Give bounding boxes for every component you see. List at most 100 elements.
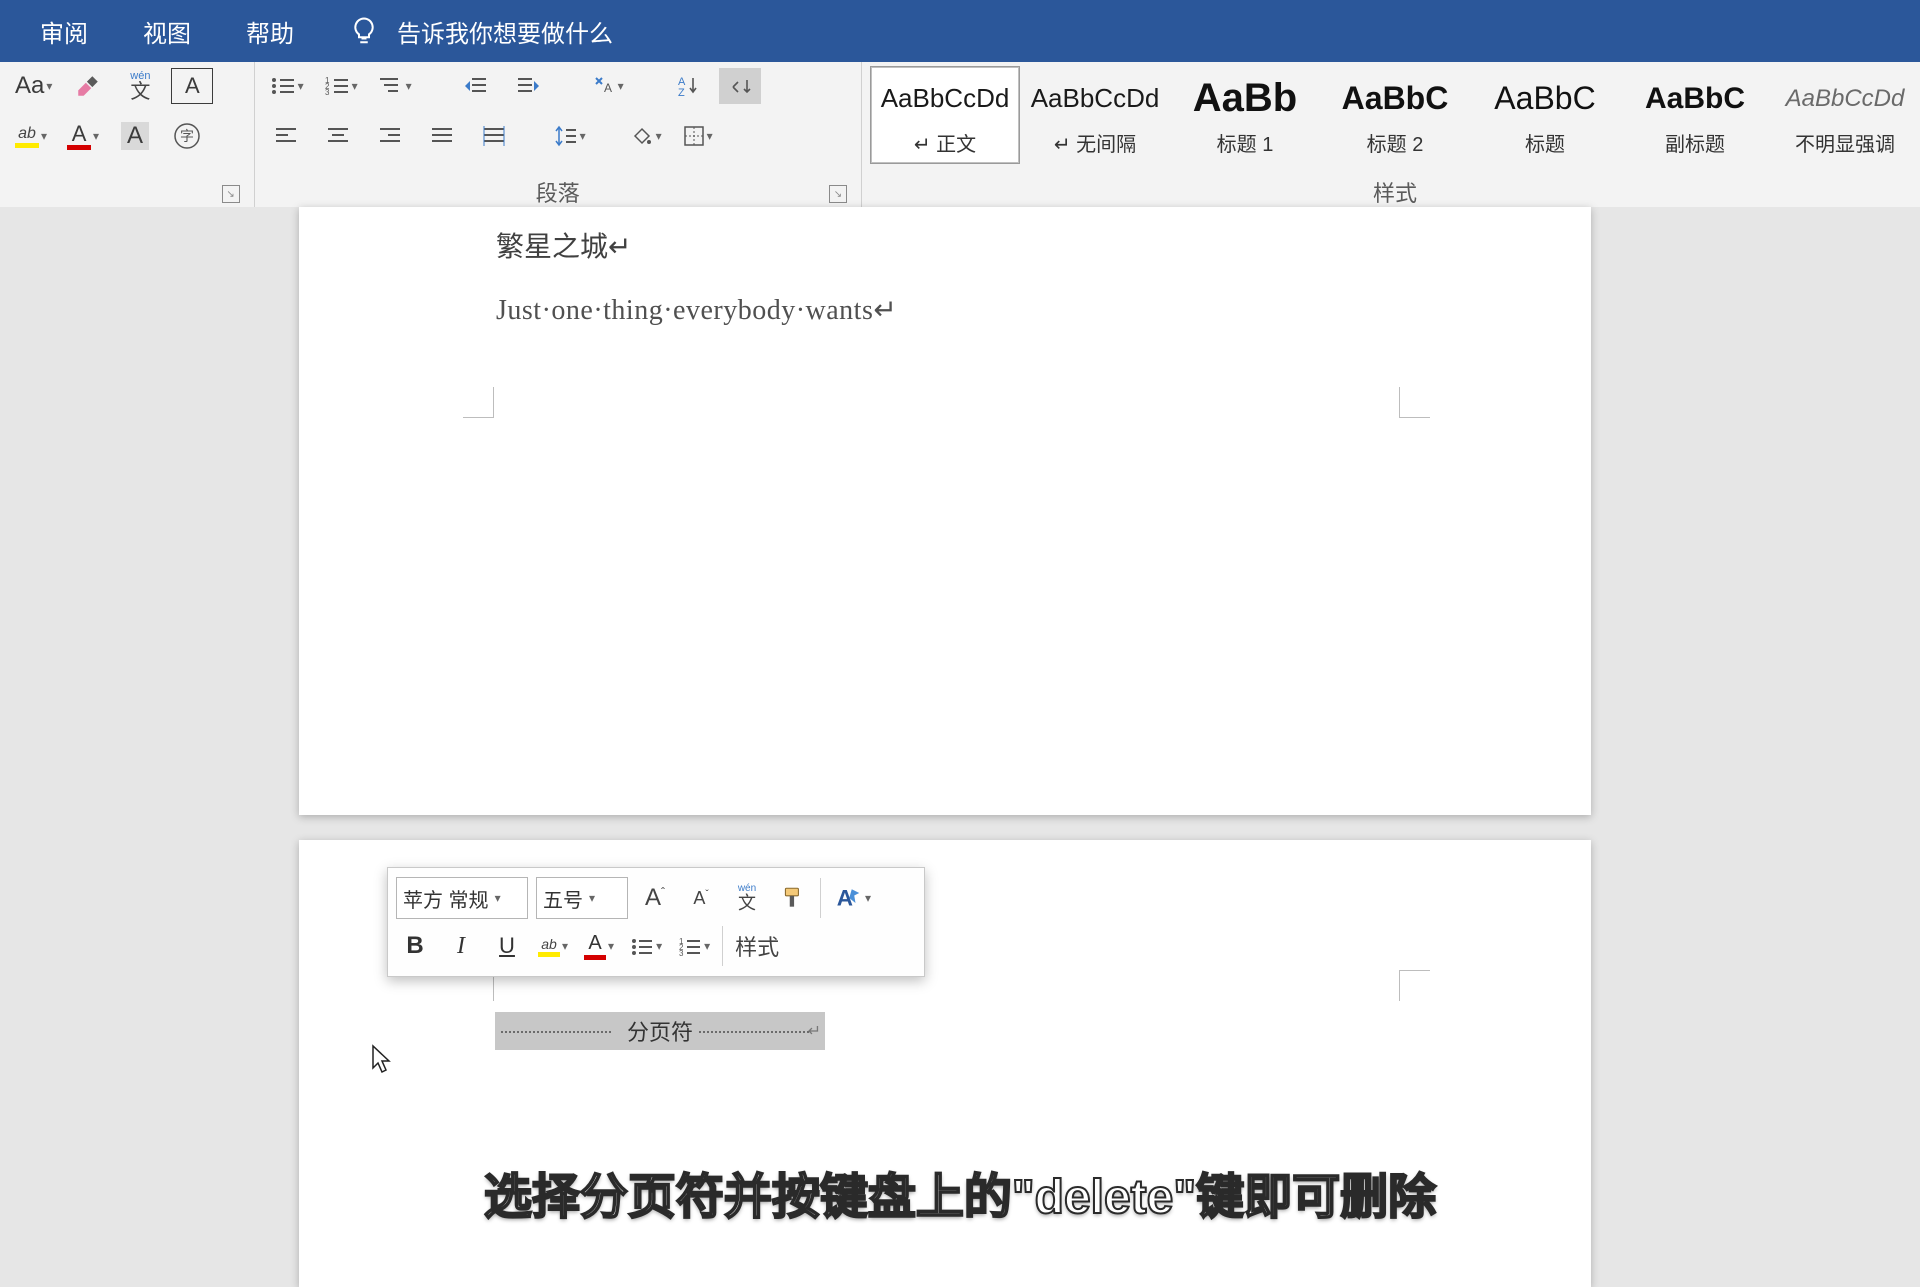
font-color-button[interactable]: A▾: [62, 118, 104, 154]
page-break-indicator[interactable]: 分页符 ↵: [495, 1012, 825, 1050]
mini-italic-button[interactable]: I: [442, 926, 480, 966]
line-spacing-button[interactable]: ▾: [549, 118, 591, 154]
mini-styles-label-button[interactable]: 样式: [731, 926, 783, 966]
mini-underline-button[interactable]: U: [488, 926, 526, 966]
bullets-button[interactable]: ▾: [265, 68, 309, 104]
style-name: 副标题: [1665, 128, 1725, 157]
mini-font-color-button[interactable]: A▾: [580, 926, 618, 966]
svg-text:字: 字: [180, 128, 194, 144]
tab-view[interactable]: 视图: [143, 14, 191, 49]
doc-line-1: 繁星之城↵: [496, 225, 631, 265]
style-preview: AaBb: [1193, 74, 1297, 124]
increase-indent-button[interactable]: [507, 68, 549, 104]
clear-formatting-button[interactable]: [67, 68, 109, 104]
decrease-indent-button[interactable]: [455, 68, 497, 104]
style-item[interactable]: AaBbCcDd↵ 无间隔: [1020, 66, 1170, 164]
style-name: 标题: [1525, 128, 1565, 157]
enclosed-char-icon: 字: [173, 122, 201, 150]
distributed-icon: [482, 126, 506, 146]
ribbon-tab-strip: 审阅 视图 帮助 告诉我你想要做什么: [0, 0, 1920, 62]
tab-help[interactable]: 帮助: [246, 14, 294, 49]
group-font: Aa▾ wén文 A ab▾ A▾ A 字: [0, 62, 255, 207]
phonetic-guide-button[interactable]: wén文: [119, 68, 161, 104]
justify-icon: [430, 126, 454, 146]
mini-font-name-combo[interactable]: 苹方 常规▾: [396, 877, 528, 919]
character-border-button[interactable]: A: [171, 68, 213, 104]
mini-grow-font-button[interactable]: Aˆ: [636, 878, 674, 918]
style-preview: AaBbCcDd: [881, 74, 1010, 124]
borders-button[interactable]: ▾: [677, 118, 719, 154]
sort-button[interactable]: AZ: [667, 68, 709, 104]
tab-review[interactable]: 审阅: [40, 14, 88, 49]
style-preview: AaBbC: [1494, 74, 1595, 124]
enclose-characters-button[interactable]: 字: [166, 118, 208, 154]
svg-text:3: 3: [325, 88, 330, 97]
bullets-icon: [270, 75, 296, 97]
page-break-caret-icon: ↵: [808, 1021, 821, 1041]
paragraph-group-launcher[interactable]: ↘: [829, 185, 847, 203]
format-painter-icon: [780, 885, 806, 911]
mini-shrink-font-button[interactable]: Aˇ: [682, 878, 720, 918]
multilevel-list-button[interactable]: ▾: [373, 68, 417, 104]
styles-icon: A: [833, 883, 863, 913]
align-left-icon: [274, 126, 298, 146]
style-preview: AaBbC: [1342, 74, 1449, 124]
margin-mark: [1399, 970, 1430, 1001]
style-name: 不明显强调: [1795, 128, 1895, 157]
style-name: 标题 1: [1217, 128, 1274, 157]
style-name: 标题 2: [1367, 128, 1424, 157]
asian-layout-icon: A: [592, 74, 616, 98]
page-1[interactable]: 繁星之城↵ Just·one·thing·everybody·wants↵: [299, 207, 1591, 815]
style-item[interactable]: AaBbC 标题: [1470, 66, 1620, 164]
group-styles: AaBbCcDd ↵ 正文 AaBbCcDd↵ 无间隔 AaBb 标题 1 AaBbC 标题…: [862, 62, 1920, 207]
mini-bold-button[interactable]: B: [396, 926, 434, 966]
asian-layout-button[interactable]: A▾: [587, 68, 629, 104]
numbering-button[interactable]: 123▾: [319, 68, 363, 104]
char-shading-button[interactable]: A: [114, 118, 156, 154]
group-paragraph: ▾ 123▾ ▾ A▾ AZ ▾ ▾: [255, 62, 862, 207]
doc-line-2: Just·one·thing·everybody·wants↵: [496, 293, 897, 327]
mini-bullets-button[interactable]: ▾: [626, 926, 666, 966]
font-group-launcher[interactable]: ↘: [222, 185, 240, 203]
style-item[interactable]: AaBb 标题 1: [1170, 66, 1320, 164]
multilevel-icon: [378, 75, 404, 97]
margin-mark: [1399, 387, 1430, 418]
change-case-button[interactable]: Aa▾: [10, 68, 57, 104]
numbering-icon: 123: [678, 936, 702, 956]
mini-numbering-button[interactable]: 123▾: [674, 926, 714, 966]
shading-button[interactable]: ▾: [625, 118, 667, 154]
style-item[interactable]: AaBbC 标题 2: [1320, 66, 1470, 164]
mini-format-painter-button[interactable]: [774, 878, 812, 918]
style-item[interactable]: AaBbCcDd不明显强调: [1770, 66, 1920, 164]
align-center-button[interactable]: [317, 118, 359, 154]
sort-icon: AZ: [676, 74, 700, 98]
svg-text:Z: Z: [678, 87, 685, 98]
mini-font-size-combo[interactable]: 五号▾: [536, 877, 628, 919]
eraser-icon: [75, 73, 101, 99]
mini-toolbar: 苹方 常规▾ 五号▾ Aˆ Aˇ wén文 A▾ B I U ab▾ A▾ ▾ …: [387, 867, 925, 977]
margin-mark: [463, 387, 494, 418]
paint-bucket-icon: [630, 124, 654, 148]
justify-button[interactable]: [421, 118, 463, 154]
outdent-icon: [464, 75, 488, 97]
tell-me-search[interactable]: 告诉我你想要做什么: [349, 14, 613, 49]
tell-me-label: 告诉我你想要做什么: [397, 14, 613, 49]
pilcrow-icon: [729, 75, 751, 97]
indent-icon: [516, 75, 540, 97]
style-name: ↵ 正文: [914, 128, 976, 157]
style-preview: AaBbCcDd: [1031, 74, 1160, 124]
align-left-button[interactable]: [265, 118, 307, 154]
style-item[interactable]: AaBbCcDd ↵ 正文: [870, 66, 1020, 164]
mini-highlight-button[interactable]: ab▾: [534, 926, 572, 966]
highlight-color-button[interactable]: ab▾: [10, 118, 52, 154]
mini-styles-button[interactable]: A▾: [829, 878, 875, 918]
bullets-icon: [630, 936, 654, 956]
mini-phonetic-button[interactable]: wén文: [728, 878, 766, 918]
style-item[interactable]: AaBbC副标题: [1620, 66, 1770, 164]
styles-group-label: 样式: [1373, 176, 1417, 208]
align-right-button[interactable]: [369, 118, 411, 154]
page-break-label: 分页符: [627, 1015, 693, 1047]
show-marks-button[interactable]: [719, 68, 761, 104]
workspace: 繁星之城↵ Just·one·thing·everybody·wants↵ 分页…: [0, 207, 1920, 1080]
distributed-button[interactable]: [473, 118, 515, 154]
